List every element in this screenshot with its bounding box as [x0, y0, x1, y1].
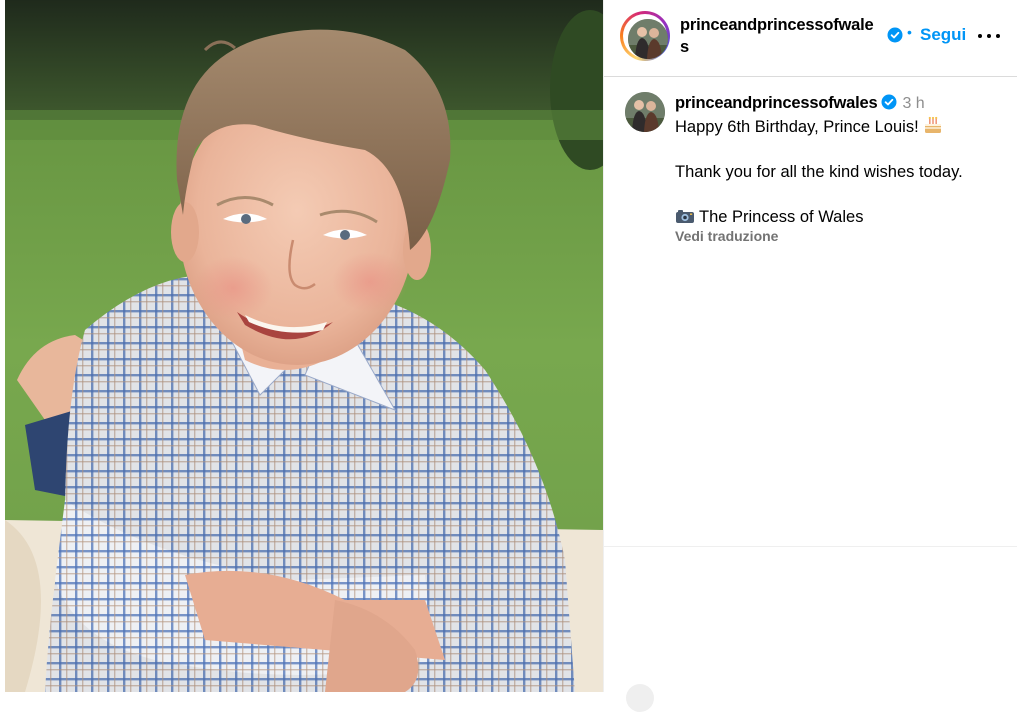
verified-badge-icon	[887, 27, 903, 43]
caption-line: Happy 6th Birthday, Prince Louis!	[675, 115, 1005, 138]
post-sidebar: princeandprincessofwales • Segui princea…	[603, 0, 1017, 712]
header-username-link[interactable]: princeandprincessofwales	[680, 14, 882, 58]
profile-avatar-story-ring[interactable]	[620, 11, 670, 61]
caption-text: Happy 6th Birthday, Prince Louis!	[675, 118, 919, 136]
see-translation-button[interactable]: Vedi traduzione	[675, 228, 1005, 244]
post-caption: princeandprincessofwales 3 h Happy 6th Bi…	[675, 92, 1005, 244]
caption-username-link[interactable]: princeandprincessofwales	[675, 94, 878, 112]
divider	[604, 546, 1017, 547]
avatar	[628, 19, 668, 59]
header-separator: •	[907, 24, 912, 40]
caption-meta: princeandprincessofwales 3 h	[675, 92, 1005, 115]
caption-line: Thank you for all the kind wishes today.	[675, 163, 963, 181]
follow-button[interactable]: Segui	[920, 25, 966, 45]
verified-badge-icon	[881, 94, 897, 110]
birthday-cake-emoji-icon	[924, 116, 941, 133]
more-horizontal-icon[interactable]	[978, 24, 1000, 46]
caption-avatar[interactable]	[625, 92, 665, 132]
post-header: princeandprincessofwales • Segui	[604, 0, 1017, 77]
camera-emoji-icon	[676, 210, 694, 223]
post-timestamp[interactable]: 3 h	[902, 95, 924, 112]
caption-text: The Princess of Wales	[699, 208, 864, 226]
action-icon-partial[interactable]	[626, 684, 654, 712]
post-photo	[5, 0, 603, 692]
post-image[interactable]	[5, 0, 603, 692]
caption-line: The Princess of Wales	[675, 206, 1005, 228]
